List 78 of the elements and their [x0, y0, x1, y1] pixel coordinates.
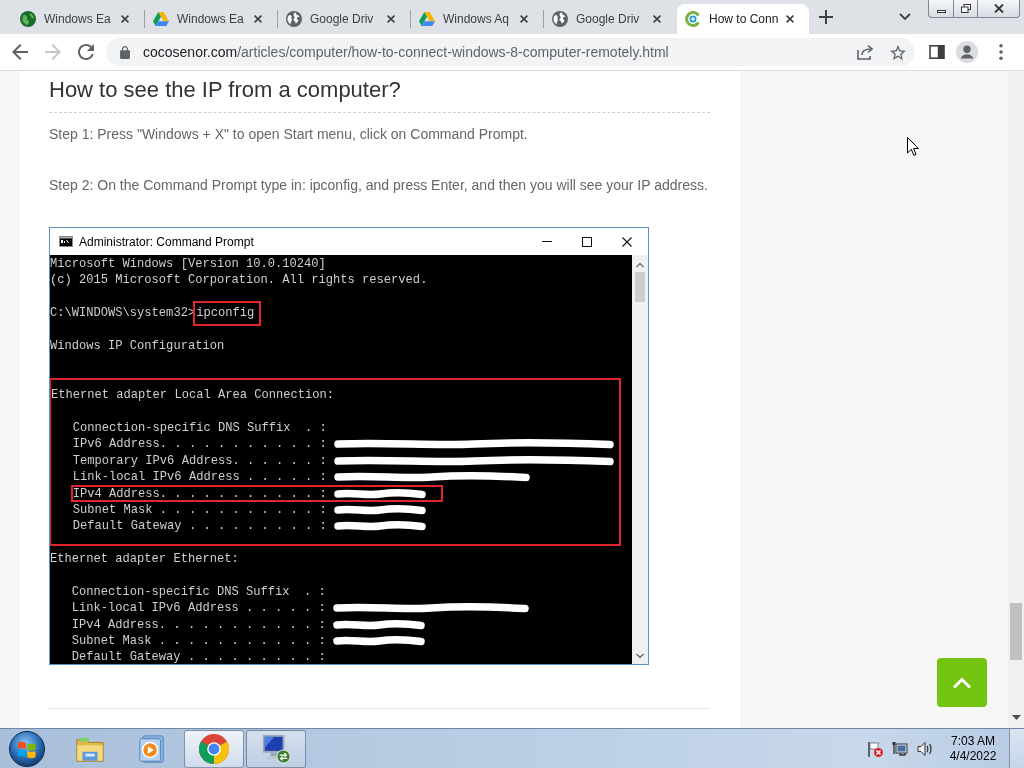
- browser-tab[interactable]: Windows Ea: [145, 4, 277, 34]
- browser-tab[interactable]: Windows Aq: [411, 4, 543, 34]
- console-text: C:\WINDOWS\system32>: [50, 305, 196, 322]
- console-text: Link-local IPv6 Address . . . . . :: [71, 600, 326, 617]
- step-text: Step 2: On the Command Prompt type in: ipconfig, and press Enter, and then you will see your IP address.: [49, 176, 708, 195]
- tricolor-circle-icon: [199, 733, 229, 764]
- globe-icon: [552, 11, 568, 27]
- close-icon: [622, 236, 632, 247]
- earth-icon: [20, 11, 36, 27]
- console-text: Subnet Mask . . . . . . . . . . . :: [72, 501, 327, 519]
- console-text: Ethernet adapter Local Area Connection:: [51, 387, 335, 404]
- highlighted-command: ipconfig: [193, 301, 262, 326]
- scroll-down-arrow-icon[interactable]: [1011, 715, 1021, 720]
- minimize-icon: [542, 241, 552, 242]
- window-title: Administrator: Command Prompt: [79, 234, 254, 249]
- console-text: IPv6 Address. . . . . . . . . . . :: [72, 436, 327, 453]
- console-text: Connection-specific DNS Suffix . :: [71, 583, 326, 601]
- console-text: Default Gateway . . . . . . . . . :: [71, 649, 326, 664]
- browser-tab[interactable]: Google Driv: [544, 4, 676, 34]
- restore-icon: [960, 4, 971, 13]
- console-text: Subnet Mask . . . . . . . . . . . :: [71, 633, 326, 650]
- console-text: Ethernet adapter Ethernet:: [50, 551, 239, 568]
- close-icon[interactable]: [653, 15, 661, 23]
- console-text: Link-local IPv6 Address . . . . . :: [72, 469, 327, 486]
- start-orb-icon[interactable]: [9, 730, 45, 767]
- ring-icon: [685, 11, 701, 27]
- close-icon[interactable]: [387, 15, 395, 23]
- console-text: Connection-specific DNS Suffix . :: [72, 419, 327, 437]
- chevron-down-icon[interactable]: [899, 13, 911, 21]
- reload-icon[interactable]: [78, 44, 94, 60]
- network-icon[interactable]: [892, 740, 908, 757]
- monitor-icon: [261, 733, 291, 764]
- close-icon[interactable]: [520, 15, 528, 23]
- plus-icon[interactable]: [819, 10, 833, 24]
- clock-time: 7:03 AM: [951, 733, 995, 749]
- step-text: Step 1: Press "Windows + X" to open Start menu, click on Command Prompt.: [49, 125, 528, 144]
- share-icon[interactable]: [857, 44, 873, 60]
- console-text: IPv4 Address. . . . . . . . . . . :: [71, 616, 326, 633]
- minimize-icon: [936, 9, 946, 13]
- side-panel-icon[interactable]: [929, 45, 945, 59]
- console-app-icon: [59, 236, 73, 247]
- browser-tab[interactable]: How to Conn: [677, 4, 809, 34]
- console-text: Windows IP Configuration: [50, 337, 225, 355]
- console-text: IPv4 Address. . . . . . . . . . . :: [72, 487, 327, 500]
- address-bar[interactable]: cocosenor.com/articles/computer/how-to-connect-windows-8-computer-remotely.html: [106, 38, 915, 66]
- flag-error-icon[interactable]: [867, 740, 883, 757]
- scrollbar-thumb[interactable]: [1010, 603, 1022, 660]
- menu-icon[interactable]: [999, 44, 1003, 60]
- browser-tab[interactable]: Google Driv: [278, 4, 410, 34]
- tricolor-triangle-icon: [419, 11, 435, 27]
- profile-avatar-icon[interactable]: [956, 41, 978, 63]
- restore-button[interactable]: [954, 0, 978, 18]
- lock-icon: [120, 45, 130, 59]
- console-text: Default Gateway . . . . . . . . . :: [72, 518, 327, 535]
- close-button[interactable]: [978, 0, 1020, 18]
- media-player-icon[interactable]: [137, 733, 167, 764]
- back-icon[interactable]: [12, 44, 28, 60]
- close-icon[interactable]: [254, 15, 262, 23]
- console-text: Microsoft Windows [Version 10.0.10240]: [50, 256, 326, 273]
- taskbar-button[interactable]: [246, 729, 306, 768]
- speaker-icon[interactable]: [917, 740, 933, 757]
- clock-date: 4/4/2022: [949, 748, 997, 764]
- page-scrollbar[interactable]: [1008, 71, 1024, 728]
- close-icon: [993, 4, 1004, 13]
- article-heading: How to see the IP from a computer?: [49, 76, 401, 104]
- star-icon[interactable]: [890, 44, 906, 60]
- close-icon[interactable]: [121, 15, 129, 23]
- tricolor-triangle-icon: [153, 11, 169, 27]
- taskbar-button[interactable]: [184, 729, 244, 768]
- mouse-pointer-icon: [907, 137, 919, 156]
- minimize-button[interactable]: [928, 0, 954, 18]
- globe-icon: [286, 11, 302, 27]
- console-text: Temporary IPv6 Address. . . . . . :: [72, 452, 327, 470]
- close-icon[interactable]: [786, 15, 795, 23]
- browser-tab[interactable]: Windows Ea: [12, 4, 144, 34]
- chevron-up-icon: [952, 676, 972, 689]
- maximize-icon: [582, 236, 592, 247]
- console-text: (c) 2015 Microsoft Corporation. All rights reserved.: [50, 272, 428, 289]
